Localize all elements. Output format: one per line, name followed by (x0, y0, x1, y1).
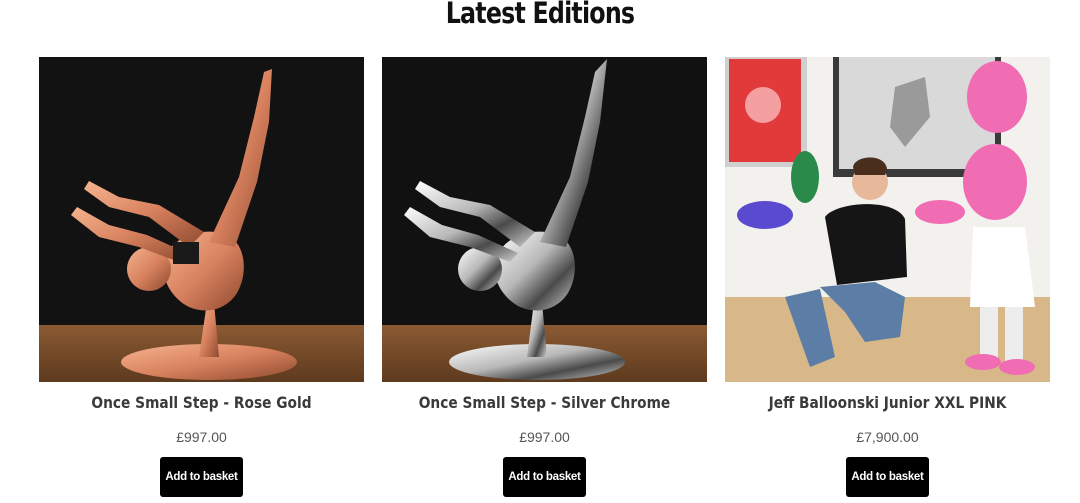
add-to-basket-button[interactable]: Add to basket (846, 457, 929, 497)
section-title: Latest Editions (445, 0, 635, 30)
product-image-rose-gold[interactable] (39, 57, 364, 382)
product-price: £7,900.00 (856, 429, 919, 445)
product-image-silver-chrome[interactable] (382, 57, 707, 382)
product-price: £997.00 (519, 429, 570, 445)
product-name[interactable]: Jeff Balloonski Junior XXL PINK (748, 393, 1028, 412)
product-name[interactable]: Once Small Step - Silver Chrome (405, 393, 685, 412)
product-card: Once Small Step - Silver Chrome £997.00 … (382, 57, 707, 503)
add-to-basket-button[interactable]: Add to basket (503, 457, 586, 497)
add-to-basket-button[interactable]: Add to basket (160, 457, 243, 497)
product-card: Once Small Step - Rose Gold £997.00 Add … (39, 57, 364, 503)
product-card: Jeff Balloonski Junior XXL PINK £7,900.0… (725, 57, 1050, 503)
product-price: £997.00 (176, 429, 227, 445)
product-image-pink-balloonski[interactable] (725, 57, 1050, 382)
product-name[interactable]: Once Small Step - Rose Gold (62, 393, 342, 412)
